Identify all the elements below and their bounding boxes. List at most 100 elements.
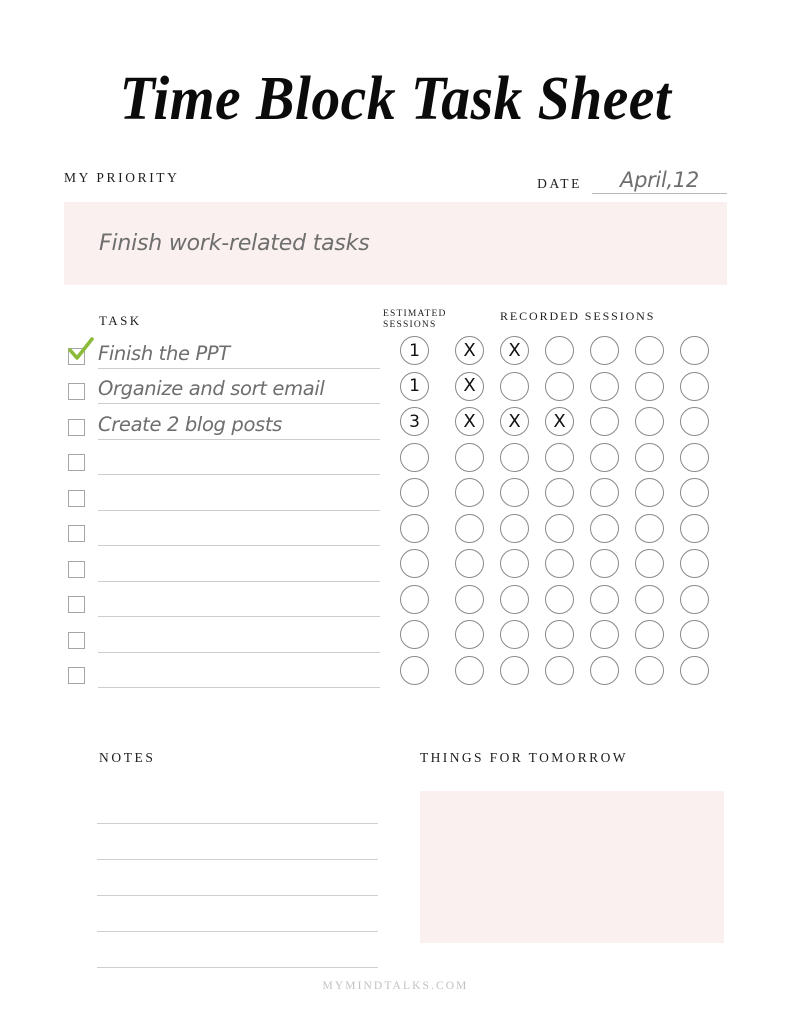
recorded-session-circle[interactable]	[590, 336, 619, 366]
estimated-sessions-circle[interactable]	[400, 513, 429, 543]
recorded-session-circle[interactable]	[680, 371, 709, 401]
recorded-session-circle[interactable]	[545, 336, 574, 366]
recorded-session-circle[interactable]	[500, 442, 529, 472]
recorded-session-circle[interactable]	[455, 478, 484, 508]
estimated-sessions-circle[interactable]: 3	[400, 407, 429, 437]
estimated-sessions-circle[interactable]	[400, 620, 429, 650]
recorded-session-circle[interactable]: X	[455, 407, 484, 437]
recorded-session-circle[interactable]	[635, 549, 664, 579]
task-input-line[interactable]	[98, 587, 380, 617]
recorded-session-circle[interactable]	[590, 620, 619, 650]
estimated-sessions-header-line2: SESSIONS	[383, 320, 437, 330]
task-input-line[interactable]	[98, 658, 380, 688]
recorded-session-circle[interactable]	[635, 655, 664, 685]
recorded-session-circle[interactable]	[545, 442, 574, 472]
recorded-session-circle[interactable]	[455, 513, 484, 543]
recorded-session-circle[interactable]	[545, 478, 574, 508]
task-input-line[interactable]	[98, 623, 380, 653]
task-checkbox[interactable]	[68, 336, 94, 365]
recorded-session-circle[interactable]: X	[455, 371, 484, 401]
note-line[interactable]	[97, 932, 378, 968]
recorded-session-circle[interactable]: X	[500, 407, 529, 437]
task-checkbox[interactable]	[68, 667, 85, 684]
recorded-session-circle[interactable]	[545, 584, 574, 614]
recorded-session-circle[interactable]	[635, 513, 664, 543]
recorded-session-circle[interactable]	[635, 442, 664, 472]
task-input-line[interactable]	[98, 516, 380, 546]
recorded-session-circle[interactable]	[455, 655, 484, 685]
task-input-line[interactable]	[98, 445, 380, 475]
recorded-session-circle[interactable]	[500, 371, 529, 401]
estimated-sessions-circle[interactable]	[400, 442, 429, 472]
recorded-session-circle[interactable]	[590, 407, 619, 437]
task-checkbox[interactable]	[68, 383, 85, 400]
recorded-session-circle[interactable]	[590, 478, 619, 508]
recorded-session-circle[interactable]	[680, 549, 709, 579]
task-input-line[interactable]	[98, 552, 380, 582]
task-input-line[interactable]: Organize and sort email	[98, 374, 380, 404]
recorded-session-circle[interactable]	[680, 478, 709, 508]
recorded-session-circle[interactable]	[500, 655, 529, 685]
task-checkbox[interactable]	[68, 525, 85, 542]
task-checkbox[interactable]	[68, 454, 85, 471]
task-checkbox[interactable]	[68, 596, 85, 613]
recorded-session-circle[interactable]	[590, 371, 619, 401]
things-for-tomorrow-box[interactable]	[420, 791, 724, 943]
recorded-session-circle[interactable]	[590, 442, 619, 472]
recorded-session-circle[interactable]	[635, 336, 664, 366]
note-line[interactable]	[97, 788, 378, 824]
recorded-session-circle[interactable]	[545, 620, 574, 650]
recorded-session-circle[interactable]	[680, 442, 709, 472]
recorded-session-circle[interactable]: X	[500, 336, 529, 366]
recorded-session-circle[interactable]	[455, 549, 484, 579]
recorded-session-circle[interactable]	[455, 584, 484, 614]
task-checkbox[interactable]	[68, 560, 85, 578]
session-mark: X	[463, 410, 476, 432]
recorded-session-circle[interactable]	[680, 336, 709, 366]
recorded-session-circle[interactable]	[500, 549, 529, 579]
recorded-session-circle[interactable]	[455, 442, 484, 472]
recorded-session-circle[interactable]	[680, 513, 709, 543]
recorded-session-circle[interactable]	[635, 620, 664, 650]
task-input-line[interactable]: Create 2 blog posts	[98, 410, 380, 440]
note-line[interactable]	[97, 824, 378, 860]
recorded-session-circle[interactable]: X	[545, 407, 574, 437]
recorded-session-circle[interactable]	[545, 513, 574, 543]
date-field[interactable]: April,12	[592, 168, 727, 194]
task-checkbox[interactable]	[68, 489, 85, 507]
note-line[interactable]	[97, 860, 378, 896]
estimated-sessions-circle[interactable]	[400, 584, 429, 614]
recorded-session-circle[interactable]	[500, 513, 529, 543]
recorded-session-circle[interactable]	[500, 478, 529, 508]
recorded-session-circle[interactable]	[680, 655, 709, 685]
recorded-session-circle[interactable]	[500, 584, 529, 614]
estimated-sessions-circle[interactable]: 1	[400, 371, 429, 401]
estimated-sessions-circle[interactable]: 1	[400, 336, 429, 366]
recorded-session-circle[interactable]	[635, 584, 664, 614]
recorded-session-circle[interactable]	[590, 513, 619, 543]
estimated-sessions-circle[interactable]	[400, 655, 429, 685]
recorded-session-circle[interactable]	[680, 620, 709, 650]
estimated-sessions-circle[interactable]	[400, 549, 429, 579]
task-input-line[interactable]: Finish the PPT	[98, 339, 380, 369]
recorded-session-circle[interactable]	[455, 620, 484, 650]
recorded-session-circle[interactable]: X	[455, 336, 484, 366]
recorded-session-circle[interactable]	[545, 549, 574, 579]
estimated-sessions-circle[interactable]	[400, 478, 429, 508]
task-checkbox[interactable]	[68, 631, 85, 649]
recorded-session-circle[interactable]	[635, 371, 664, 401]
recorded-session-circle[interactable]	[590, 584, 619, 614]
recorded-session-circle[interactable]	[590, 549, 619, 579]
recorded-session-circle[interactable]	[545, 371, 574, 401]
task-input-line[interactable]	[98, 481, 380, 511]
recorded-session-circle[interactable]	[635, 407, 664, 437]
task-checkbox[interactable]	[68, 418, 85, 436]
recorded-session-circle[interactable]	[590, 655, 619, 685]
recorded-session-circle[interactable]	[500, 620, 529, 650]
recorded-session-circle[interactable]	[680, 407, 709, 437]
note-line[interactable]	[97, 896, 378, 932]
recorded-session-circle[interactable]	[635, 478, 664, 508]
priority-input-box[interactable]: Finish work-related tasks	[64, 202, 727, 285]
recorded-session-circle[interactable]	[680, 584, 709, 614]
recorded-session-circle[interactable]	[545, 655, 574, 685]
